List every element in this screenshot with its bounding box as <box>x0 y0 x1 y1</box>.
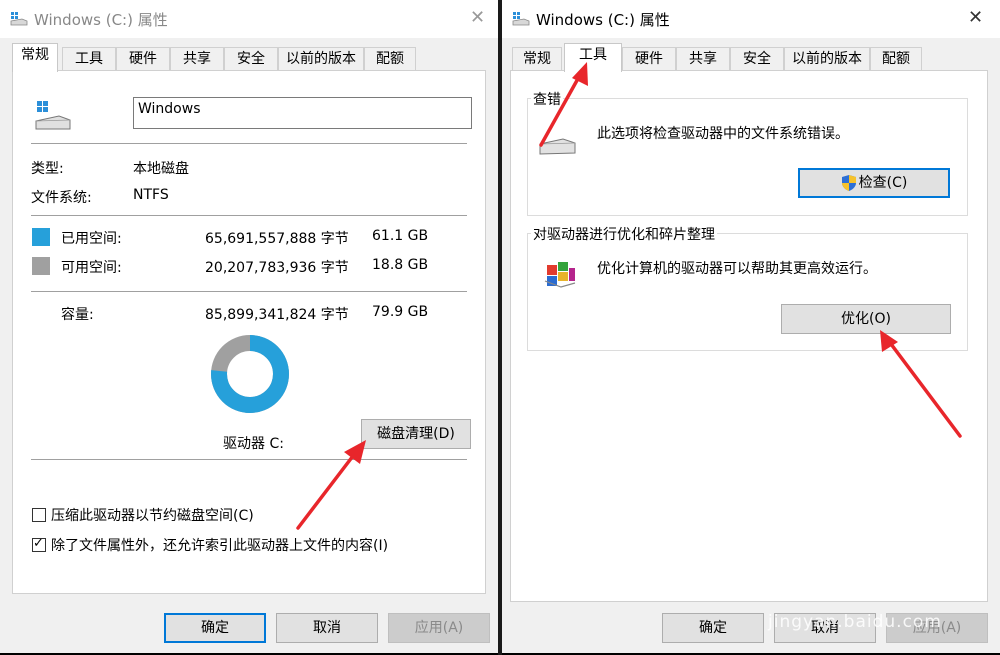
capacity-bytes: 85,899,341,824 字节 <box>205 307 349 323</box>
used-space-label: 已用空间: <box>61 231 122 247</box>
usage-donut-chart <box>211 335 289 413</box>
used-space-bytes: 65,691,557,888 字节 <box>205 231 349 247</box>
type-value: 本地磁盘 <box>133 161 189 177</box>
title-bar: Windows (C:) 属性 ✕ <box>0 0 498 38</box>
tab-security[interactable]: 安全 <box>224 47 278 71</box>
properties-window-tools: Windows (C:) 属性 ✕ 常规 工具 硬件 共享 安全 以前的版本 配… <box>502 0 1000 653</box>
optimize-title: 对驱动器进行优化和碎片整理 <box>531 224 717 244</box>
divider <box>31 143 467 144</box>
window-title: Windows (C:) 属性 <box>34 11 168 29</box>
free-space-label: 可用空间: <box>61 260 122 276</box>
optimize-button[interactable]: 优化(O) <box>781 304 951 334</box>
capacity-label: 容量: <box>61 307 94 323</box>
filesystem-value: NTFS <box>133 187 169 203</box>
screenshot-divider <box>498 0 502 655</box>
index-checkbox[interactable]: ✓ <box>32 536 46 552</box>
capacity-gb: 79.9 GB <box>372 304 429 320</box>
tab-general[interactable]: 常规 <box>12 43 58 72</box>
error-check-group <box>527 98 968 216</box>
ok-button[interactable]: 确定 <box>662 613 764 643</box>
watermark-url: jingyan.baidu.com <box>768 612 942 632</box>
index-label: 除了文件属性外，还允许索引此驱动器上文件的内容(I) <box>51 538 389 554</box>
free-space-bytes: 20,207,783,936 字节 <box>205 260 349 276</box>
drive-icon <box>10 12 28 26</box>
error-check-title: 查错 <box>531 89 563 109</box>
tab-previous-versions[interactable]: 以前的版本 <box>784 47 870 71</box>
optimize-description: 优化计算机的驱动器可以帮助其更高效运行。 <box>597 261 877 277</box>
defrag-icon <box>544 262 576 288</box>
compress-label: 压缩此驱动器以节约磁盘空间(C) <box>51 508 254 524</box>
properties-window-general: Windows (C:) 属性 ✕ 常规 工具 硬件 共享 安全 以前的版本 配… <box>0 0 498 653</box>
used-space-swatch <box>32 228 50 246</box>
check-button-label: 检查(C) <box>858 175 908 191</box>
apply-button[interactable]: 应用(A) <box>388 613 490 643</box>
tab-sharing[interactable]: 共享 <box>676 47 730 71</box>
checkmark-icon: ✓ <box>33 536 44 551</box>
general-panel: Windows 类型: 本地磁盘 文件系统: NTFS 已用空间: 65,691… <box>12 70 486 594</box>
tab-tools[interactable]: 工具 <box>62 47 116 71</box>
filesystem-label: 文件系统: <box>31 190 92 206</box>
ok-button[interactable]: 确定 <box>164 613 266 643</box>
tab-security[interactable]: 安全 <box>730 47 784 71</box>
disk-cleanup-button[interactable]: 磁盘清理(D) <box>361 419 471 449</box>
drive-icon <box>35 101 71 130</box>
error-check-description: 此选项将检查驱动器中的文件系统错误。 <box>597 126 849 142</box>
tools-panel: 查错 此选项将检查驱动器中的文件系统错误。 检查(C) 对驱动器进行优化和碎片整… <box>510 70 988 602</box>
drive-icon <box>539 138 576 155</box>
type-label: 类型: <box>31 161 64 177</box>
drive-letter-label: 驱动器 C: <box>223 436 284 452</box>
free-space-gb: 18.8 GB <box>372 257 429 273</box>
shield-icon <box>842 175 856 191</box>
tab-hardware[interactable]: 硬件 <box>116 47 170 71</box>
close-icon[interactable]: ✕ <box>968 8 983 28</box>
tab-sharing[interactable]: 共享 <box>170 47 224 71</box>
tab-hardware[interactable]: 硬件 <box>622 47 676 71</box>
window-title: Windows (C:) 属性 <box>536 11 670 29</box>
check-button[interactable]: 检查(C) <box>798 168 950 198</box>
cancel-button[interactable]: 取消 <box>276 613 378 643</box>
title-bar: Windows (C:) 属性 ✕ <box>502 0 1000 38</box>
tab-quota[interactable]: 配额 <box>364 47 416 71</box>
divider <box>31 459 467 460</box>
divider <box>31 215 467 216</box>
watermark-brand: Bai✿ 经验 <box>770 560 942 606</box>
drive-name-input[interactable]: Windows <box>133 97 472 129</box>
divider <box>31 291 467 292</box>
compress-checkbox[interactable] <box>32 508 46 522</box>
paw-icon: ✿ <box>844 565 874 605</box>
drive-icon <box>512 12 530 26</box>
close-icon[interactable]: ✕ <box>470 8 485 28</box>
tab-quota[interactable]: 配额 <box>870 47 922 71</box>
tab-general[interactable]: 常规 <box>512 47 562 71</box>
tab-tools[interactable]: 工具 <box>564 43 622 72</box>
used-space-gb: 61.1 GB <box>372 228 429 244</box>
tab-previous-versions[interactable]: 以前的版本 <box>278 47 364 71</box>
free-space-swatch <box>32 257 50 275</box>
